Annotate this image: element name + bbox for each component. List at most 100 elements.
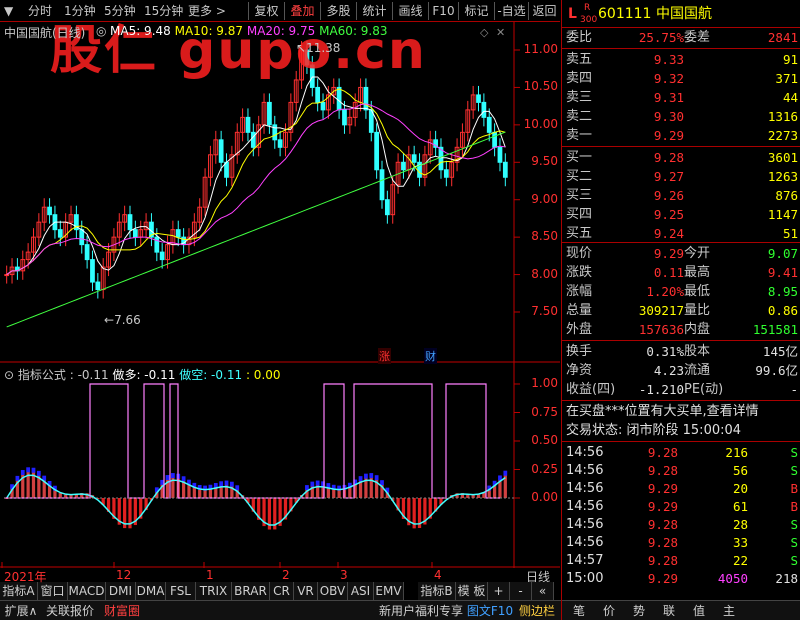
- mark-button[interactable]: 标记: [458, 2, 494, 20]
- macd-bar: [198, 488, 202, 498]
- tick-volume: 4050: [717, 571, 748, 586]
- stat-value: 8.95: [767, 284, 798, 299]
- new-user-button[interactable]: 新用户福利专享: [376, 602, 466, 620]
- signal-bar: [305, 485, 309, 491]
- bid-row: 买二 9.27 1263: [562, 167, 800, 187]
- bid-volume: 876: [775, 188, 798, 203]
- sidebar-button[interactable]: 侧边栏《: [514, 602, 560, 620]
- stat-value: 151581: [752, 322, 798, 337]
- bid-price: 9.24: [653, 226, 684, 241]
- stat-value: 1.20%: [646, 284, 684, 299]
- signal-bar: [503, 470, 508, 476]
- fin-label: 流通: [684, 363, 711, 378]
- signal-bar: [374, 475, 379, 481]
- fin-label: 净资: [566, 363, 593, 378]
- finance-tag[interactable]: 财: [424, 348, 437, 364]
- rise-tag[interactable]: 涨: [378, 348, 391, 364]
- sub-axis-label: 0.00: [531, 490, 558, 504]
- price-axis-label: 10.00: [523, 116, 558, 131]
- f10-text-button[interactable]: 图文F10: [466, 602, 514, 620]
- candle-body: [481, 101, 487, 118]
- signal-bar: [315, 480, 320, 486]
- stat-value: 9.07: [767, 246, 798, 261]
- price-axis-label: 10.50: [523, 79, 558, 94]
- candle-body: [379, 169, 385, 201]
- collapse-icon[interactable]: ◎: [96, 24, 106, 38]
- time-axis-label: 3: [340, 568, 348, 582]
- indicator-tab[interactable]: EMV: [374, 582, 404, 600]
- tick-price: 9.29: [647, 499, 678, 514]
- expand-button[interactable]: 扩展∧: [2, 602, 40, 620]
- price-axis-label: 9.00: [531, 191, 558, 206]
- ask-row: 卖一 9.29 2273: [562, 126, 800, 146]
- fin-value: 145亿: [762, 344, 798, 359]
- stat-value: 9.29: [653, 246, 684, 261]
- notice-row[interactable]: 在买盘***位置有大买单,查看详情: [562, 402, 800, 422]
- macd-bar: [208, 488, 213, 498]
- indicator-tab[interactable]: «: [532, 582, 554, 600]
- indicator-tab[interactable]: VR: [294, 582, 318, 600]
- ask-price: 9.30: [653, 109, 684, 124]
- ask-price: 9.32: [653, 71, 684, 86]
- indicator-tab[interactable]: +: [488, 582, 510, 600]
- ask-volume: 91: [782, 52, 798, 67]
- fin-row: 净资 4.23 流通 99.6亿: [562, 361, 800, 381]
- ma10-label: MA10: 9.87: [174, 24, 244, 38]
- indicator-tab[interactable]: 指标B: [418, 582, 456, 600]
- candle-body: [502, 161, 508, 178]
- tick-direction: S: [790, 463, 798, 478]
- self-select-button[interactable]: -自选: [494, 2, 528, 20]
- candle-body: [374, 131, 380, 171]
- candle-body: [497, 146, 503, 163]
- time-axis-label: 1: [206, 568, 214, 582]
- price-axis-label: 8.00: [531, 266, 558, 281]
- macd-bar: [476, 494, 481, 498]
- signal-bar: [224, 480, 229, 486]
- close-icon[interactable]: ✕: [496, 26, 505, 39]
- low-marker: ←7.66: [104, 313, 141, 327]
- tick-volume: 28: [732, 517, 748, 532]
- tick-volume: 22: [732, 553, 748, 568]
- ask-volume: 2273: [767, 128, 798, 143]
- time-axis-label: 12: [116, 568, 132, 582]
- signal-bar: [235, 485, 240, 491]
- tick-time: 14:56: [566, 499, 604, 514]
- sub-axis-label: 0.50: [531, 433, 558, 447]
- wealth-circle-button[interactable]: 财富圈: [98, 602, 146, 620]
- indicator-tab[interactable]: DMI: [106, 582, 136, 600]
- indicator-tab[interactable]: CR: [270, 582, 294, 600]
- back-button[interactable]: 返回: [528, 2, 560, 20]
- f10-button[interactable]: F10: [428, 2, 458, 20]
- tick-direction: S: [790, 517, 798, 532]
- tab-timeshare[interactable]: 分时: [28, 2, 52, 20]
- indicator-tab[interactable]: MACD: [68, 582, 106, 600]
- stat-row: 涨幅 1.20% 最低 8.95: [562, 282, 800, 302]
- indicator-tab[interactable]: BRAR: [232, 582, 270, 600]
- indicator-menu-icon[interactable]: ⊙: [4, 368, 14, 382]
- kline-chart[interactable]: [0, 22, 560, 568]
- ask-label: 卖五: [566, 52, 593, 67]
- indicator-tab[interactable]: ASI: [348, 582, 374, 600]
- candle-body: [277, 139, 283, 148]
- indicator-tab[interactable]: -: [510, 582, 532, 600]
- tick-volume: 216: [725, 445, 748, 460]
- indicator-tab[interactable]: OBV: [318, 582, 348, 600]
- bid-label: 买五: [566, 226, 593, 241]
- signal-bar: [36, 470, 41, 476]
- menu-icon[interactable]: ▼: [4, 2, 13, 20]
- indicator-tab[interactable]: TRIX: [196, 582, 232, 600]
- indicator-tab[interactable]: DMA: [136, 582, 166, 600]
- stock-code: 601111: [598, 6, 652, 22]
- related-quote-button[interactable]: 关联报价: [42, 602, 98, 620]
- diamond-icon[interactable]: ◇: [480, 26, 488, 39]
- quote-header: L R 300 601111 中国国航: [562, 3, 800, 26]
- quote-panel: L R 300 601111 中国国航 委比 25.75% 委差 2841 卖五…: [561, 0, 800, 620]
- stat-label: 涨幅: [566, 284, 593, 299]
- indicator-tab[interactable]: 模 板: [456, 582, 488, 600]
- fin-label: 换手: [566, 344, 593, 359]
- bid-label: 买三: [566, 188, 593, 203]
- tick-price: 9.28: [647, 463, 678, 478]
- signal-step-line: [4, 383, 500, 499]
- short-label: 做空: -0.11: [179, 368, 243, 382]
- indicator-tab[interactable]: FSL: [166, 582, 196, 600]
